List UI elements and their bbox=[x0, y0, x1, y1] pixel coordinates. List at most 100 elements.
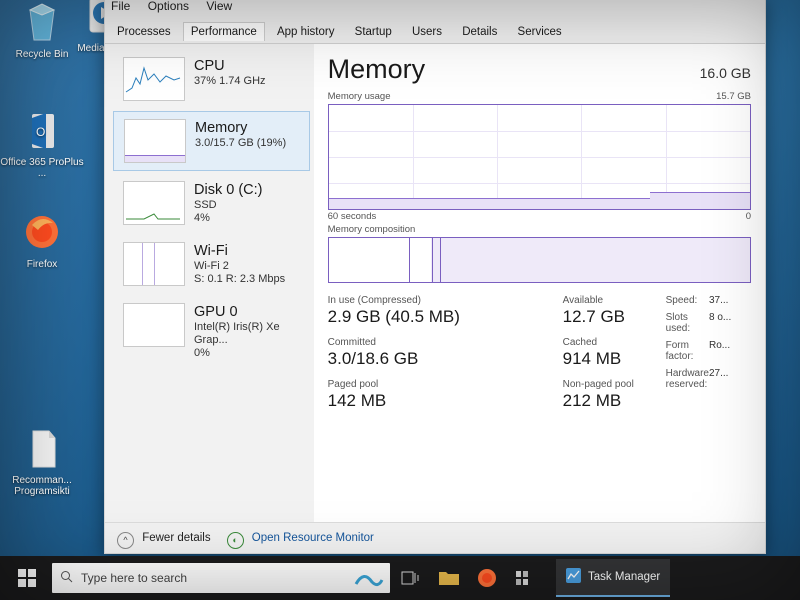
firefox-taskbar-button[interactable] bbox=[470, 561, 504, 595]
cpu-thumbnail bbox=[123, 57, 185, 101]
gpu-thumbnail bbox=[123, 303, 185, 347]
document-icon bbox=[0, 428, 84, 472]
open-resource-monitor-label: Open Resource Monitor bbox=[251, 531, 374, 544]
desktop-icon-label: Office 365 ProPlus ... bbox=[0, 157, 84, 179]
search-placeholder: Type here to search bbox=[81, 571, 188, 585]
task-manager-window: File Options View Processes Performance … bbox=[104, 0, 766, 554]
desktop-icon-label: Firefox bbox=[26, 259, 58, 270]
sidebar-item-disk[interactable]: Disk 0 (C:) SSD 4% bbox=[113, 174, 310, 232]
gpu-info: GPU 0 Intel(R) Iris(R) Xe Grap... 0% bbox=[194, 303, 304, 360]
gpu-model: Intel(R) Iris(R) Xe Grap... bbox=[194, 321, 280, 346]
resource-list: CPU 37% 1.74 GHz Memory 3.0/15.7 GB (19%… bbox=[105, 44, 314, 522]
tab-bar: Processes Performance App history Startu… bbox=[105, 21, 765, 44]
sidebar-item-memory[interactable]: Memory 3.0/15.7 GB (19%) bbox=[113, 111, 310, 171]
tab-details[interactable]: Details bbox=[454, 22, 505, 41]
cpu-info: CPU 37% 1.74 GHz bbox=[194, 57, 266, 88]
store-button[interactable] bbox=[508, 561, 542, 595]
taskbar-item-task-manager[interactable]: Task Manager bbox=[556, 559, 671, 597]
firefox-icon bbox=[0, 212, 84, 256]
task-manager-icon bbox=[566, 568, 581, 586]
desktop-icon-office-365[interactable]: O Office 365 ProPlus ... bbox=[0, 110, 84, 179]
spec-key: Slots used: bbox=[665, 312, 691, 334]
memory-stats-grid: In use (Compressed) 2.9 GB (40.5 MB) Com… bbox=[328, 295, 751, 421]
spec-key: Hardware reserved: bbox=[665, 368, 709, 390]
spec-value: Ro... bbox=[709, 340, 731, 351]
stat-label-committed: Committed bbox=[327, 337, 376, 348]
memory-composition-graph bbox=[327, 237, 751, 283]
tab-users[interactable]: Users bbox=[404, 22, 450, 41]
sidebar-item-gpu[interactable]: GPU 0 Intel(R) Iris(R) Xe Grap... 0% bbox=[113, 296, 310, 367]
file-explorer-button[interactable] bbox=[432, 561, 466, 595]
memory-thumbnail bbox=[124, 119, 186, 163]
memory-total: 16.0 GB bbox=[699, 65, 751, 81]
sidebar-item-label: Disk 0 (C:) bbox=[194, 182, 263, 198]
page-title: Memory bbox=[327, 54, 426, 84]
spec-row-slots-used: Slots used: 8 o... bbox=[666, 312, 751, 334]
wifi-adapter: Wi-Fi 2 bbox=[194, 260, 229, 272]
sidebar-item-label: Memory bbox=[195, 120, 248, 136]
usage-graph-labels: Memory usage 15.7 GB bbox=[328, 91, 751, 102]
desktop-icon-label: Recomman... Programsikti bbox=[12, 475, 72, 497]
wifi-throughput: S: 0.1 R: 2.3 Mbps bbox=[194, 273, 286, 285]
task-view-button[interactable] bbox=[394, 561, 428, 595]
spec-key: Speed: bbox=[665, 295, 698, 306]
tab-processes[interactable]: Processes bbox=[109, 22, 179, 41]
tab-app-history[interactable]: App history bbox=[269, 22, 343, 41]
menu-options[interactable]: Options bbox=[148, 0, 189, 13]
memory-detail-panel: Memory 16.0 GB Memory usage 15.7 GB 60 s… bbox=[314, 44, 765, 522]
disk-usage: 4% bbox=[194, 212, 210, 224]
usage-area-recent bbox=[650, 192, 750, 209]
axis-right-label: 0 bbox=[745, 211, 751, 222]
wifi-info: Wi-Fi Wi-Fi 2 S: 0.1 R: 2.3 Mbps bbox=[194, 242, 285, 286]
spec-value: 8 o... bbox=[709, 312, 732, 323]
cortana-icon[interactable] bbox=[354, 564, 384, 593]
wifi-thumbnail bbox=[123, 242, 185, 286]
stat-value-paged-pool: 142 MB bbox=[327, 391, 387, 410]
taskbar: Type here to search Task Manager bbox=[0, 556, 800, 600]
taskbar-item-label: Task Manager bbox=[588, 571, 661, 583]
memory-info: Memory 3.0/15.7 GB (19%) bbox=[195, 119, 286, 150]
stat-value-non-paged-pool: 212 MB bbox=[562, 391, 622, 410]
memory-usage-graph bbox=[327, 104, 751, 210]
disk-info: Disk 0 (C:) SSD 4% bbox=[194, 181, 262, 225]
desktop-icon-firefox[interactable]: Firefox bbox=[0, 212, 84, 270]
stat-value-cached: 914 MB bbox=[562, 349, 622, 368]
search-input[interactable]: Type here to search bbox=[52, 563, 390, 593]
tab-performance[interactable]: Performance bbox=[182, 22, 265, 41]
tab-services[interactable]: Services bbox=[510, 22, 570, 41]
window-footer: ^ Fewer details ◐ Open Resource Monitor bbox=[105, 522, 765, 553]
menu-file[interactable]: File bbox=[111, 0, 130, 13]
tab-startup[interactable]: Startup bbox=[347, 22, 400, 41]
stats-column-left: In use (Compressed) 2.9 GB (40.5 MB) Com… bbox=[328, 295, 563, 421]
stat-label-cached: Cached bbox=[562, 337, 598, 348]
composition-title: Memory composition bbox=[327, 224, 416, 235]
fewer-details-button[interactable]: ^ Fewer details bbox=[117, 531, 211, 549]
sidebar-item-label: GPU 0 bbox=[194, 304, 238, 320]
stats-column-specs: Speed: 37... Slots used: 8 o... Form fac… bbox=[658, 295, 751, 421]
axis-left-label: 60 seconds bbox=[327, 211, 377, 222]
sidebar-item-label: Wi-Fi bbox=[194, 243, 228, 259]
start-button[interactable] bbox=[10, 561, 44, 595]
usage-graph-max: 15.7 GB bbox=[716, 91, 751, 102]
memory-stats: 3.0/15.7 GB (19%) bbox=[195, 137, 287, 149]
disk-type: SSD bbox=[194, 199, 217, 211]
menu-bar: File Options View bbox=[105, 0, 765, 21]
spec-key: Form factor: bbox=[665, 340, 694, 362]
sidebar-item-label: CPU bbox=[194, 58, 225, 74]
stat-value-in-use: 2.9 GB (40.5 MB) bbox=[327, 307, 460, 326]
gpu-usage: 0% bbox=[194, 347, 210, 359]
fewer-details-label: Fewer details bbox=[142, 531, 211, 544]
sidebar-item-wifi[interactable]: Wi-Fi Wi-Fi 2 S: 0.1 R: 2.3 Mbps bbox=[113, 235, 310, 293]
desktop-icon-recommended-programs[interactable]: Recomman... Programsikti bbox=[0, 428, 84, 497]
spec-value: 37... bbox=[709, 295, 729, 306]
search-icon bbox=[60, 570, 73, 586]
spec-row-speed: Speed: 37... bbox=[666, 295, 751, 306]
usage-graph-title: Memory usage bbox=[327, 91, 391, 102]
cpu-stats: 37% 1.74 GHz bbox=[194, 75, 266, 87]
chevron-up-icon: ^ bbox=[117, 531, 134, 549]
stat-label-paged-pool: Paged pool bbox=[327, 379, 379, 390]
stats-column-mid: Available 12.7 GB Cached 914 MB Non-page… bbox=[563, 295, 658, 421]
menu-view[interactable]: View bbox=[206, 0, 232, 13]
sidebar-item-cpu[interactable]: CPU 37% 1.74 GHz bbox=[113, 50, 310, 108]
open-resource-monitor-link[interactable]: ◐ Open Resource Monitor bbox=[226, 531, 374, 549]
